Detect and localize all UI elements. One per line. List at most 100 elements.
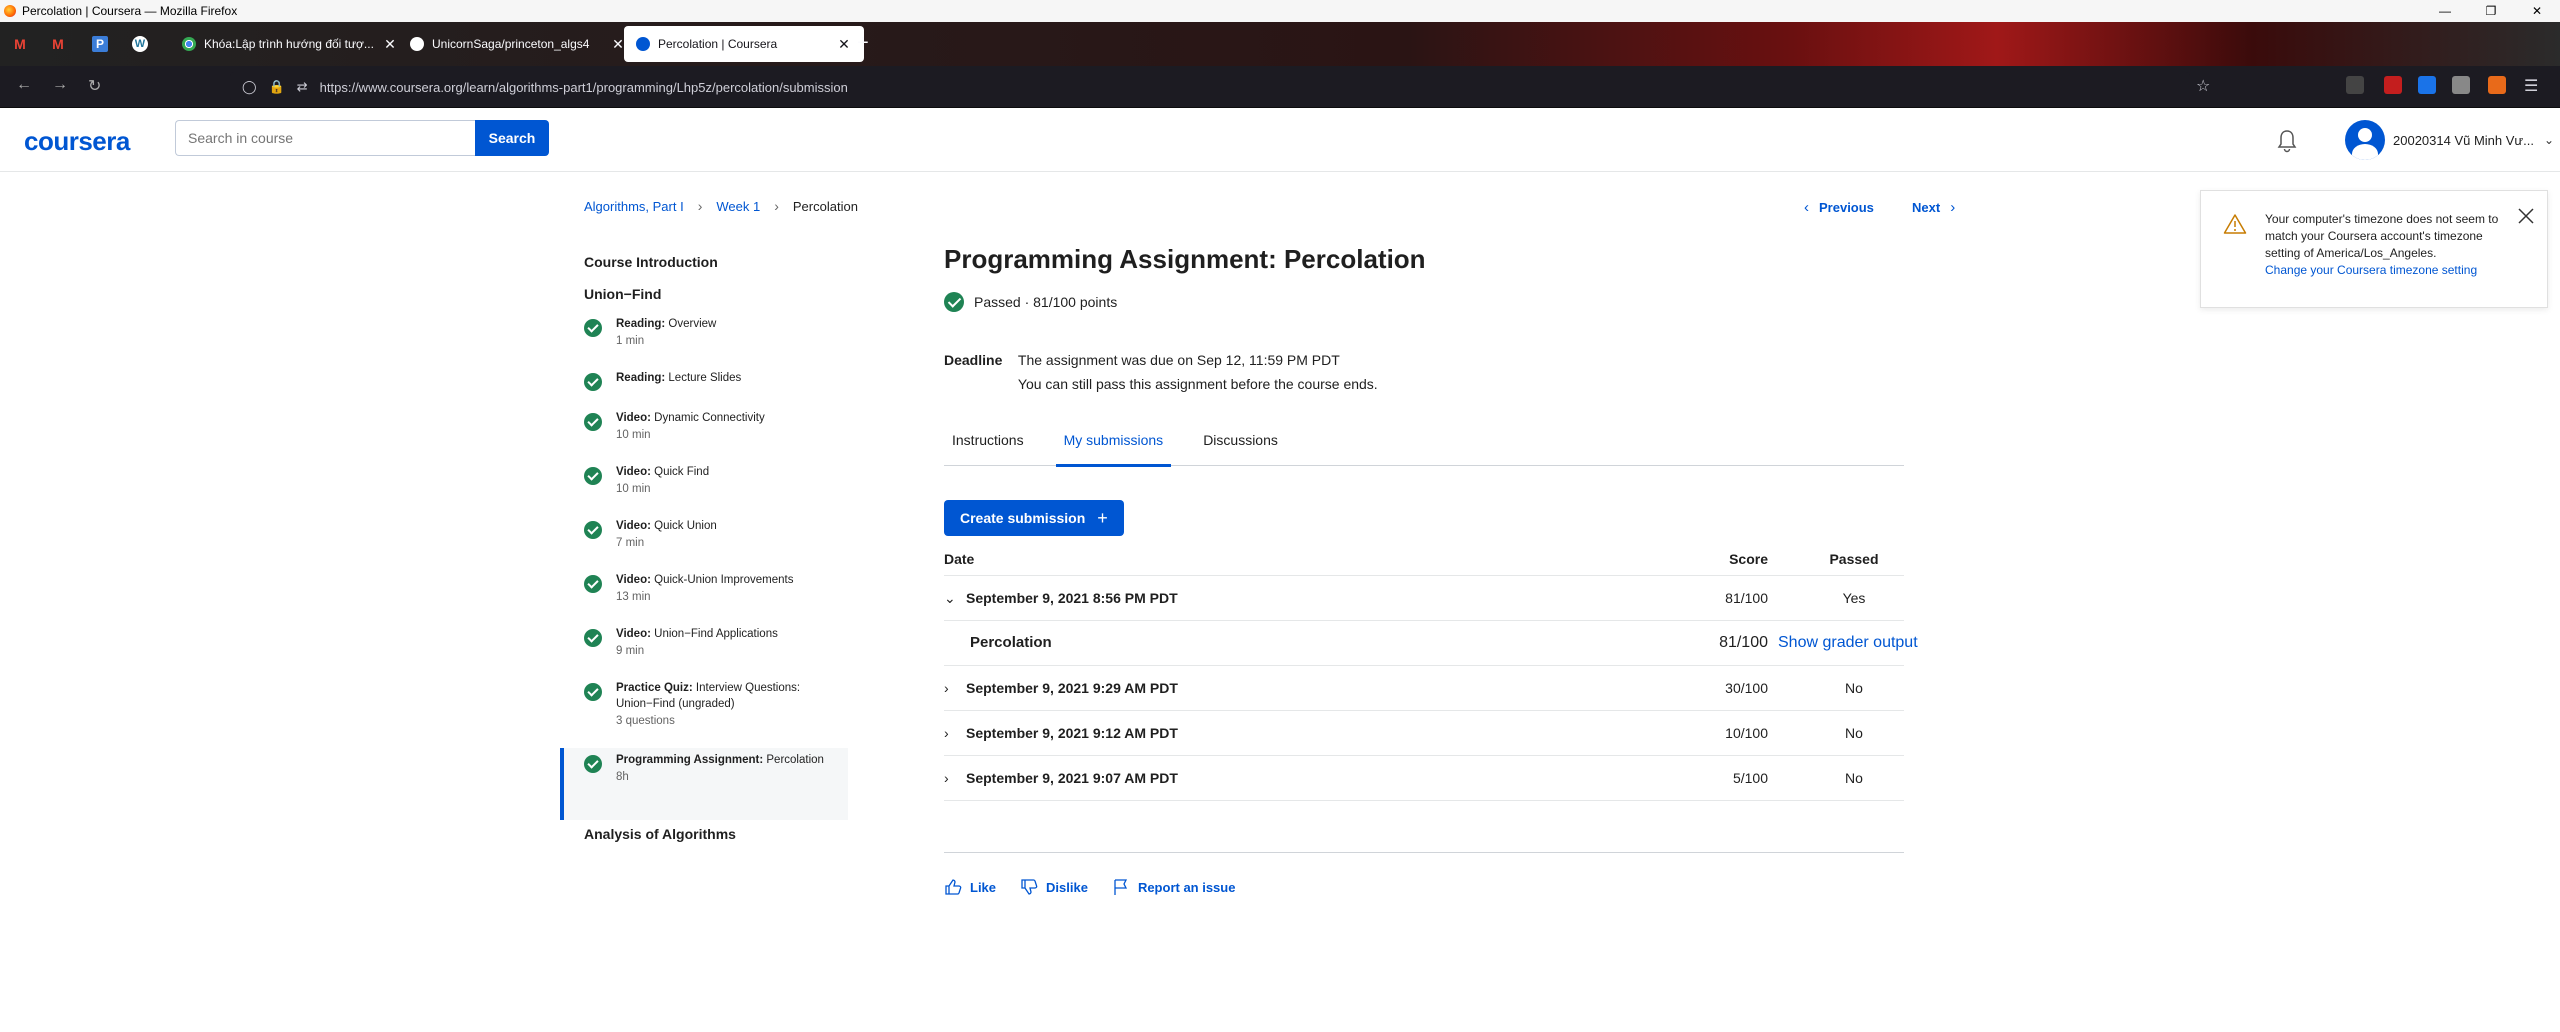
pocket-icon[interactable]	[2346, 76, 2364, 94]
chevron-right-icon: ›	[1950, 199, 1956, 216]
thumbs-up-icon	[945, 879, 962, 895]
change-timezone-link[interactable]: Change your Coursera timezone setting	[2265, 262, 2515, 279]
address-bar[interactable]: ◯ 🔒 ⇄ https://www.coursera.org/learn/alg…	[230, 72, 2190, 102]
chevron-right-icon: ›	[697, 198, 703, 214]
table-row[interactable]: › September 9, 2021 9:07 AM PDT 5/100 No	[944, 756, 1904, 801]
extension-blue-icon[interactable]	[2418, 76, 2436, 94]
new-tab-icon[interactable]: +	[857, 32, 869, 55]
sidebar-item-percolation[interactable]: Programming Assignment: Percolation 8h	[560, 748, 848, 820]
gmail-icon: M	[14, 36, 26, 52]
close-window-icon[interactable]: ✕	[2514, 0, 2560, 22]
url-text: https://www.coursera.org/learn/algorithm…	[319, 79, 848, 95]
search-button[interactable]: Search	[475, 120, 549, 156]
table-row[interactable]: ⌄ September 9, 2021 8:56 PM PDT 81/100 Ye…	[944, 576, 1904, 621]
submissions-table: Date Score Passed ⌄ September 9, 2021 8:5…	[944, 544, 1918, 801]
tab-instructions[interactable]: Instructions	[944, 422, 1032, 465]
pass-status: Passed · 81/100 points	[944, 292, 1117, 312]
timezone-notice: Your computer's timezone does not seem t…	[2200, 190, 2548, 308]
extension-red-icon[interactable]	[2384, 76, 2402, 94]
completed-check-icon	[584, 521, 602, 539]
notification-bell-icon[interactable]	[2275, 128, 2299, 154]
warning-icon	[2223, 214, 2247, 234]
restore-icon[interactable]: ❐	[2468, 0, 2514, 22]
sidebar-item-overview[interactable]: Reading: Overview 1 min	[560, 312, 848, 366]
completed-check-icon	[584, 413, 602, 431]
report-issue-button[interactable]: Report an issue	[1112, 878, 1235, 896]
search-input[interactable]	[175, 120, 475, 156]
chevron-right-icon: ›	[774, 198, 779, 214]
minimize-icon[interactable]: —	[2422, 0, 2468, 22]
plus-icon: +	[1097, 507, 1108, 528]
browser-tabbar: M M P W Khóa:Lập trình hướng đối tượ... …	[0, 22, 2560, 66]
firefox-icon	[4, 5, 16, 17]
chevron-down-icon: ⌄	[2543, 133, 2555, 147]
gmail-icon: M	[52, 36, 64, 52]
breadcrumb-current: Percolation	[792, 198, 858, 214]
table-row[interactable]: › September 9, 2021 9:12 AM PDT 10/100 No	[944, 711, 1904, 756]
tab-coursera[interactable]: Percolation | Coursera ✕	[624, 26, 864, 62]
completed-check-icon	[584, 575, 602, 593]
sidebar-item-quick-union-improvements[interactable]: Video: Quick-Union Improvements 13 min	[560, 568, 848, 622]
p-app-icon: P	[92, 36, 108, 52]
shield-icon: ◯	[242, 79, 257, 94]
coursera-logo[interactable]: coursera	[24, 126, 130, 157]
timezone-message: Your computer's timezone does not seem t…	[2265, 212, 2499, 260]
sidebar-item-quick-find[interactable]: Video: Quick Find 10 min	[560, 460, 848, 514]
flag-icon	[1114, 879, 1127, 895]
breadcrumb-week[interactable]: Week 1	[716, 199, 760, 214]
divider	[944, 852, 1904, 853]
chevron-right-icon[interactable]: ›	[944, 756, 966, 800]
extension-gray-icon[interactable]	[2452, 76, 2470, 94]
sidebar-item-lecture-slides[interactable]: Reading: Lecture Slides	[560, 366, 848, 406]
chevron-right-icon[interactable]: ›	[944, 666, 966, 710]
user-menu[interactable]: 20020314 Vũ Minh Vư... ⌄	[2345, 120, 2554, 160]
lock-icon: 🔒	[268, 79, 285, 94]
window-controls: — ❐ ✕	[2422, 0, 2560, 22]
close-tab-icon[interactable]: ✕	[836, 36, 852, 53]
section-course-introduction[interactable]: Course Introduction	[560, 248, 848, 280]
passed-check-icon	[944, 292, 964, 312]
extension-orange-icon[interactable]	[2488, 76, 2506, 94]
menu-icon[interactable]: ☰	[2524, 76, 2538, 96]
bookmark-star-icon[interactable]: ☆	[2196, 76, 2210, 96]
pinned-tab-p[interactable]: P	[86, 30, 114, 58]
feedback-bar: Like Dislike Report an issue	[944, 878, 1259, 896]
pinned-tab-gmail[interactable]: M	[6, 30, 34, 58]
show-grader-output-link[interactable]: Show grader output	[1778, 621, 1918, 665]
avatar	[2345, 120, 2385, 160]
table-row-detail: Percolation 81/100 Show grader output	[944, 621, 1918, 666]
sidebar-item-dynamic-connectivity[interactable]: Video: Dynamic Connectivity 10 min	[560, 406, 848, 460]
sidebar-item-union-find-applications[interactable]: Video: Union−Find Applications 9 min	[560, 622, 848, 676]
pinned-tab-gmail-2[interactable]: M	[44, 30, 72, 58]
reload-icon[interactable]: ↻	[88, 76, 101, 96]
previous-link[interactable]: ‹ Previous	[1804, 199, 1874, 216]
pinned-tab-wordpress[interactable]: W	[126, 30, 154, 58]
deadline-label: Deadline	[944, 352, 1003, 368]
tab-my-submissions[interactable]: My submissions	[1055, 422, 1172, 467]
section-union-find[interactable]: Union−Find	[560, 280, 848, 312]
chevron-right-icon[interactable]: ›	[944, 711, 966, 755]
completed-check-icon	[584, 629, 602, 647]
completed-check-icon	[584, 373, 602, 391]
table-row[interactable]: › September 9, 2021 9:29 AM PDT 30/100 No	[944, 666, 1904, 711]
breadcrumb-course[interactable]: Algorithms, Part I	[584, 199, 684, 214]
chevron-down-icon[interactable]: ⌄	[944, 576, 966, 620]
forward-icon[interactable]: →	[52, 76, 68, 94]
site-header: coursera Search 20020314 Vũ Minh Vư... ⌄	[0, 108, 2560, 172]
close-tab-icon[interactable]: ✕	[382, 36, 398, 53]
sidebar-item-interview-questions[interactable]: Practice Quiz: Interview Questions: Unio…	[560, 676, 848, 748]
section-analysis-of-algorithms[interactable]: Analysis of Algorithms	[560, 820, 848, 852]
tab-github[interactable]: UnicornSaga/princeton_algs4 ✕	[398, 26, 638, 62]
tab-oop[interactable]: Khóa:Lập trình hướng đối tượ... ✕	[170, 26, 410, 62]
thumbs-down-icon	[1021, 879, 1038, 895]
dislike-button[interactable]: Dislike	[1020, 878, 1088, 896]
deadline-line-2: You can still pass this assignment befor…	[1017, 376, 1378, 392]
close-icon[interactable]	[2517, 207, 2535, 225]
like-button[interactable]: Like	[944, 878, 996, 896]
tab-discussions[interactable]: Discussions	[1195, 422, 1286, 465]
sidebar-item-quick-union[interactable]: Video: Quick Union 7 min	[560, 514, 848, 568]
chrome-icon	[182, 37, 196, 51]
create-submission-button[interactable]: Create submission +	[944, 500, 1124, 536]
next-link[interactable]: Next ›	[1912, 199, 1955, 216]
back-icon[interactable]: ←	[16, 76, 32, 94]
